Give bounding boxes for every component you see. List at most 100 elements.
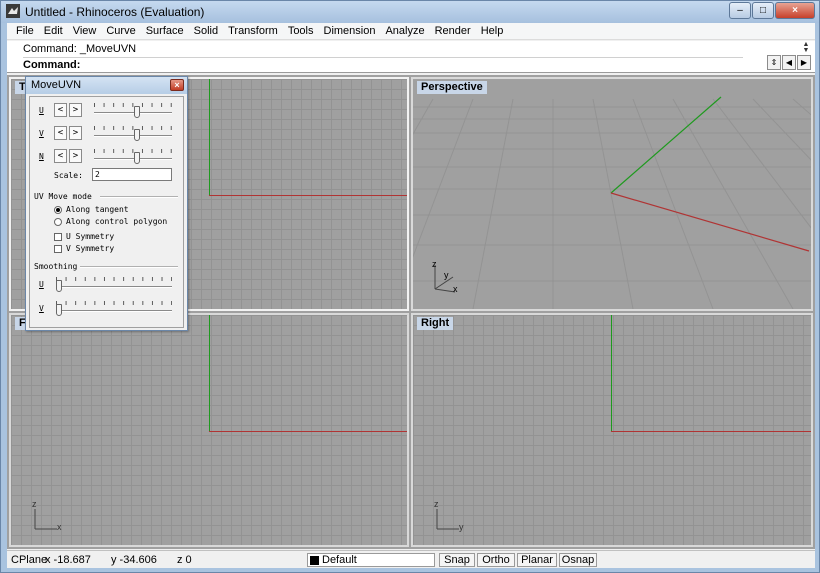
menu-analyze[interactable]: Analyze	[380, 24, 429, 39]
n-row: N < >	[30, 147, 185, 165]
command-nav-buttons: ⇕ ◀ ▶	[766, 55, 811, 70]
n-slider[interactable]	[94, 148, 172, 164]
menu-curve[interactable]: Curve	[101, 24, 140, 39]
smoothing-group-label: Smoothing	[34, 262, 78, 271]
command-next-button[interactable]: ▶	[797, 55, 811, 70]
minimize-button[interactable]: –	[729, 2, 751, 19]
perspective-gizmo-y-label: y	[444, 270, 449, 280]
title-bar[interactable]: Untitled - Rhinoceros (Evaluation) – □ ×	[1, 1, 819, 23]
v-symmetry-option[interactable]: V Symmetry	[54, 244, 114, 253]
viewport-perspective[interactable]: z y x Perspective	[411, 77, 813, 311]
scale-input[interactable]: 2	[92, 168, 172, 181]
v-symmetry-label: V Symmetry	[66, 244, 115, 253]
dialog-title-bar[interactable]: MoveUVN ×	[26, 77, 187, 94]
viewport-front[interactable]: z x Fr	[9, 313, 409, 547]
menu-render[interactable]: Render	[430, 24, 476, 39]
x-axis-line	[209, 195, 407, 196]
smoothing-v-label: V	[39, 304, 44, 313]
along-polygon-label: Along control polygon	[66, 217, 168, 226]
layer-color-swatch	[310, 555, 319, 565]
viewport-perspective-label[interactable]: Perspective	[417, 81, 487, 94]
status-x-coord: x -18.687	[45, 553, 91, 566]
along-tangent-radio[interactable]	[54, 205, 62, 214]
ortho-toggle[interactable]: Ortho	[477, 553, 515, 567]
planar-toggle[interactable]: Planar	[517, 553, 557, 567]
menu-solid[interactable]: Solid	[189, 24, 223, 39]
viewport-right-label[interactable]: Right	[417, 317, 454, 330]
viewport-right[interactable]: z y Right	[411, 313, 813, 547]
smoothing-u-row: U	[30, 275, 185, 293]
y-axis-line	[209, 79, 210, 195]
v-decrease-button[interactable]: <	[54, 126, 67, 140]
command-prev-button[interactable]: ◀	[782, 55, 796, 70]
menu-file[interactable]: File	[11, 24, 39, 39]
menu-help[interactable]: Help	[476, 24, 509, 39]
front-gizmo-x-label: x	[57, 522, 62, 532]
smoothing-u-label: U	[39, 280, 44, 289]
command-spin-icon[interactable]: ⇕	[767, 55, 781, 70]
command-history: Command: _MoveUVN	[23, 43, 137, 55]
scale-label: Scale:	[54, 171, 83, 180]
along-polygon-radio[interactable]	[54, 217, 62, 226]
perspective-grid	[413, 79, 811, 309]
n-label: N	[39, 152, 44, 161]
v-symmetry-checkbox[interactable]	[54, 244, 62, 253]
osnap-toggle[interactable]: Osnap	[559, 553, 597, 567]
menu-dimension[interactable]: Dimension	[319, 24, 381, 39]
v-slider[interactable]	[94, 125, 172, 141]
smoothing-u-thumb[interactable]	[56, 280, 62, 292]
maximize-button[interactable]: □	[752, 2, 774, 19]
v-row: V < >	[30, 124, 185, 142]
command-history-scroll[interactable]: ▲ ▼	[801, 41, 811, 54]
front-gizmo-z-label: z	[32, 499, 37, 509]
smoothing-u-slider[interactable]	[56, 276, 172, 292]
menu-bar: File Edit View Curve Surface Solid Trans…	[7, 23, 815, 40]
smoothing-v-thumb[interactable]	[56, 304, 62, 316]
command-prompt[interactable]: Command:	[23, 57, 743, 71]
n-increase-button[interactable]: >	[69, 149, 82, 163]
window-title: Untitled - Rhinoceros (Evaluation)	[25, 5, 205, 19]
perspective-gizmo-z-label: z	[432, 259, 437, 269]
rhino-window: Untitled - Rhinoceros (Evaluation) – □ ×…	[0, 0, 820, 573]
status-y-coord: y -34.606	[111, 553, 157, 566]
u-increase-button[interactable]: >	[69, 103, 82, 117]
perspective-gizmo-x-label: x	[453, 284, 458, 294]
rhino-app-icon	[6, 4, 20, 18]
command-area: Command: _MoveUVN Command: ▲ ▼ ⇕ ◀ ▶	[7, 41, 815, 73]
status-bar: CPlane x -18.687 y -34.606 z 0 Default S…	[7, 550, 815, 568]
right-y-axis-line	[611, 431, 811, 432]
menu-edit[interactable]: Edit	[39, 24, 68, 39]
u-slider-thumb[interactable]	[134, 106, 140, 118]
v-slider-thumb[interactable]	[134, 129, 140, 141]
u-symmetry-checkbox[interactable]	[54, 232, 62, 241]
layer-name: Default	[322, 554, 357, 566]
front-z-axis-line	[209, 315, 210, 431]
n-decrease-button[interactable]: <	[54, 149, 67, 163]
moveuvn-dialog: MoveUVN × U < > V < > N < > Scale: 2 UV …	[25, 76, 188, 331]
dialog-close-button[interactable]: ×	[170, 79, 184, 91]
viewport-right-grid	[413, 315, 811, 545]
along-polygon-option[interactable]: Along control polygon	[54, 217, 167, 226]
status-z-coord: z 0	[177, 553, 192, 566]
u-label: U	[39, 106, 44, 115]
window-controls: – □ ×	[728, 2, 815, 19]
v-label: V	[39, 129, 44, 138]
u-symmetry-label: U Symmetry	[66, 232, 115, 241]
u-slider[interactable]	[94, 102, 172, 118]
menu-view[interactable]: View	[68, 24, 102, 39]
snap-toggle[interactable]: Snap	[439, 553, 475, 567]
menu-surface[interactable]: Surface	[141, 24, 189, 39]
menu-tools[interactable]: Tools	[283, 24, 319, 39]
v-increase-button[interactable]: >	[69, 126, 82, 140]
layer-selector[interactable]: Default	[307, 553, 435, 567]
close-button[interactable]: ×	[775, 2, 815, 19]
front-x-axis-line	[209, 431, 407, 432]
n-slider-thumb[interactable]	[134, 152, 140, 164]
u-symmetry-option[interactable]: U Symmetry	[54, 232, 114, 241]
smoothing-v-slider[interactable]	[56, 300, 172, 316]
along-tangent-option[interactable]: Along tangent	[54, 205, 129, 214]
u-decrease-button[interactable]: <	[54, 103, 67, 117]
dialog-title: MoveUVN	[31, 79, 82, 91]
menu-transform[interactable]: Transform	[223, 24, 283, 39]
right-gizmo-z-label: z	[434, 499, 439, 509]
